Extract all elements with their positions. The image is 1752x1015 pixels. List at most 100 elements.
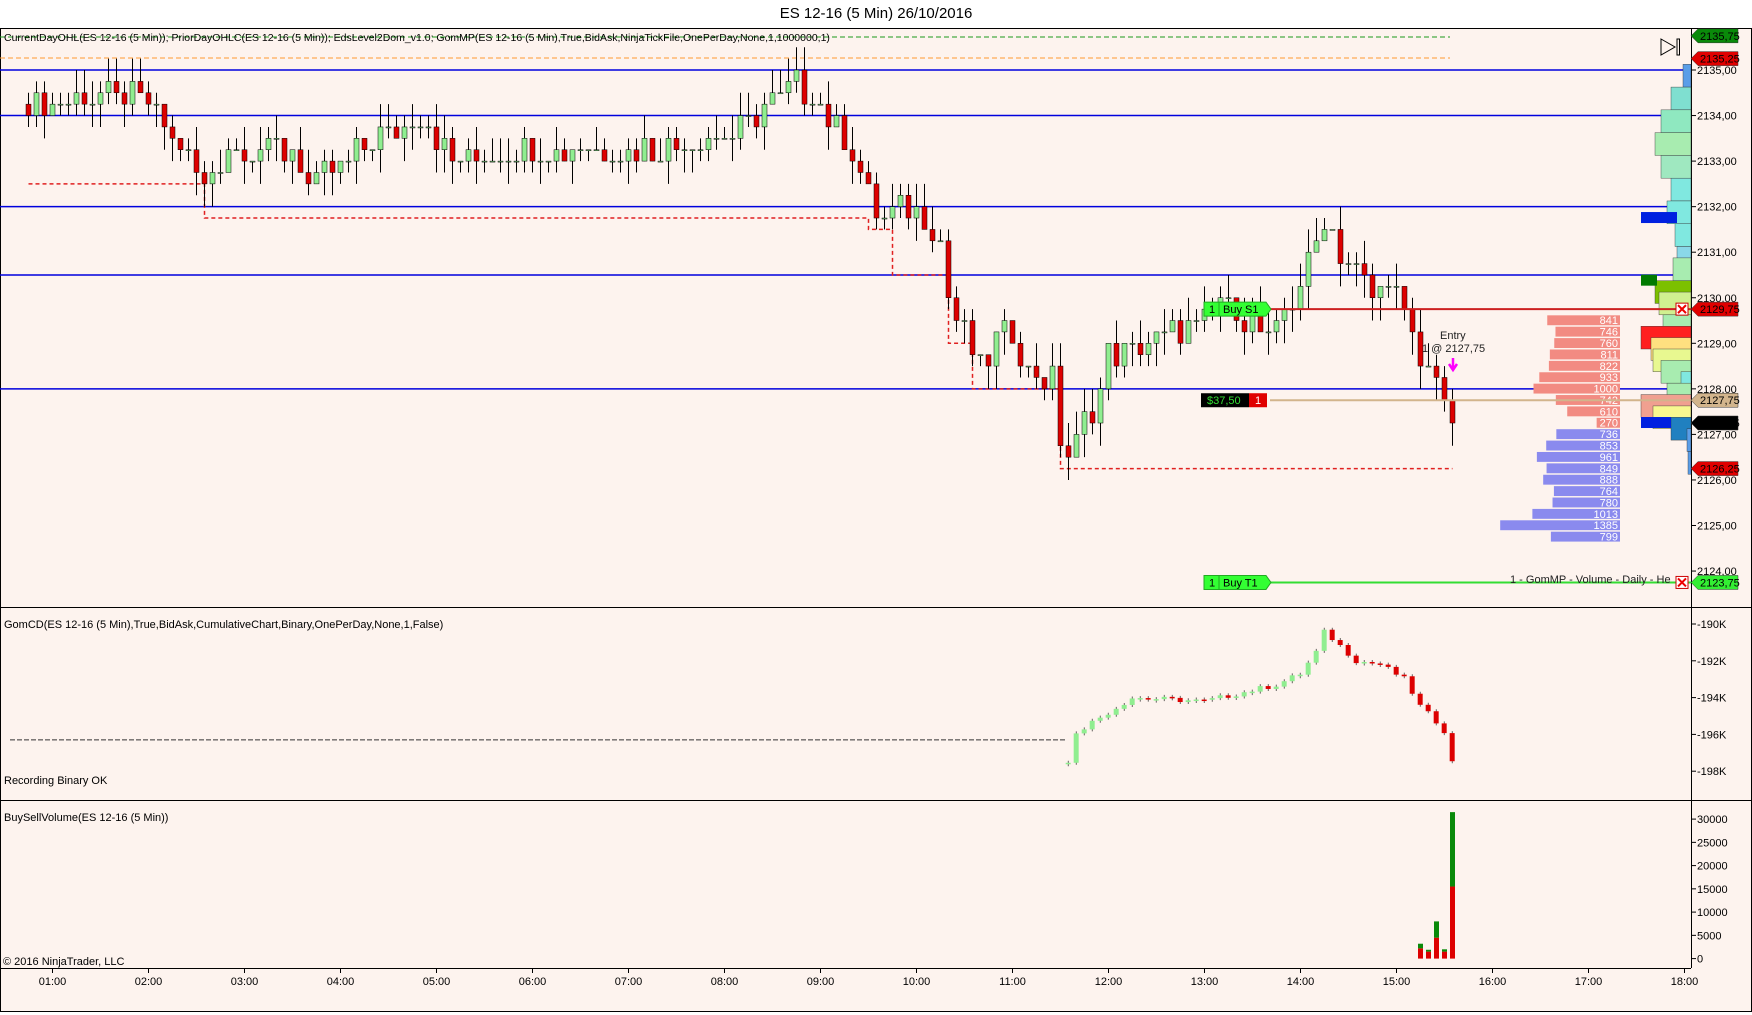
candle-up[interactable] [1273,320,1280,333]
candle-up[interactable] [577,149,584,151]
candle-up[interactable] [1185,320,1192,344]
candle-down[interactable] [177,138,184,150]
candle-up[interactable] [793,69,800,82]
candle-up[interactable] [1097,388,1104,424]
candle-down[interactable] [1033,365,1040,378]
candle-up[interactable] [817,103,824,106]
candle-up[interactable] [617,160,624,163]
candle-up[interactable] [225,149,232,173]
position-pnl-tag[interactable]: $37,50 1 [1201,393,1267,408]
candle-down[interactable] [1369,274,1376,299]
candle-up[interactable] [1225,297,1232,299]
candle-up[interactable] [1425,365,1432,368]
candle-down[interactable] [825,103,832,128]
candle-up[interactable] [417,126,424,129]
candle-down[interactable] [1433,365,1440,378]
candle-down[interactable] [857,160,864,173]
candle-up[interactable] [641,138,648,162]
candle-up[interactable] [665,138,672,162]
candle-down[interactable] [281,138,288,162]
candle-up[interactable] [721,138,728,140]
candle-down[interactable] [945,240,952,298]
candle-up[interactable] [465,149,472,162]
candle-up[interactable] [185,149,192,151]
candle-up[interactable] [769,92,776,105]
candle-down[interactable] [673,138,680,150]
candle-up[interactable] [657,160,664,163]
candle-up[interactable] [409,126,416,129]
candle-up[interactable] [217,172,224,174]
candle-up[interactable] [1321,229,1328,242]
candle-down[interactable] [1337,229,1344,264]
candle-up[interactable] [569,149,576,162]
candle-up[interactable] [1329,229,1336,231]
candle-up[interactable] [1129,343,1136,345]
candle-up[interactable] [697,149,704,151]
candle-up[interactable] [961,320,968,322]
candle-up[interactable] [249,160,256,163]
candle-down[interactable] [201,172,208,185]
candle-down[interactable] [1057,365,1064,447]
candle-down[interactable] [1409,308,1416,333]
candle-up[interactable] [1377,286,1384,298]
candle-down[interactable] [561,149,568,162]
candle-down[interactable] [305,172,312,185]
candle-down[interactable] [929,229,936,242]
candle-up[interactable] [321,160,328,173]
candle-down[interactable] [433,126,440,150]
candle-down[interactable] [849,149,856,162]
candle-down[interactable] [393,126,400,139]
candle-up[interactable] [1169,320,1176,333]
candle-up[interactable] [497,160,504,163]
candle-up[interactable] [257,149,264,162]
candle-up[interactable] [977,354,984,356]
candle-up[interactable] [513,160,520,163]
candle-up[interactable] [689,149,696,151]
candle-down[interactable] [601,149,608,162]
candle-up[interactable] [369,149,376,151]
candle-up[interactable] [1081,411,1088,435]
candle-up[interactable] [49,103,56,116]
candle-up[interactable] [553,149,560,162]
candle-up[interactable] [233,149,240,151]
candle-up[interactable] [481,160,488,163]
candle-down[interactable] [865,172,872,185]
candle-up[interactable] [353,138,360,162]
candle-up[interactable] [377,126,384,150]
candle-down[interactable] [1401,286,1408,310]
candle-up[interactable] [1001,320,1008,333]
candle-down[interactable] [969,320,976,355]
candle-up[interactable] [777,92,784,95]
candle-down[interactable] [1449,399,1456,424]
candle-up[interactable] [745,115,752,117]
candle-up[interactable] [209,172,216,185]
candle-down[interactable] [1065,445,1072,458]
candle-up[interactable] [1153,331,1160,344]
candle-down[interactable] [121,92,128,105]
candle-up[interactable] [737,115,744,139]
candle-down[interactable] [361,138,368,150]
candle-up[interactable] [681,149,688,151]
candle-up[interactable] [537,160,544,163]
candle-down[interactable] [529,138,536,162]
candle-up[interactable] [337,160,344,173]
candle-up[interactable] [425,126,432,129]
candle-down[interactable] [329,160,336,173]
candle-up[interactable] [345,160,352,163]
candle-up[interactable] [1121,343,1128,367]
candle-up[interactable] [609,160,616,163]
cancel-order-button[interactable] [1675,302,1689,316]
candle-up[interactable] [785,81,792,94]
candle-up[interactable] [1385,286,1392,288]
candle-down[interactable] [145,92,152,105]
candle-down[interactable] [449,138,456,162]
candle-up[interactable] [889,206,896,219]
candle-down[interactable] [1089,411,1096,424]
candle-up[interactable] [129,81,136,105]
candle-up[interactable] [1161,331,1168,334]
candle-up[interactable] [313,172,320,185]
candle-up[interactable] [289,149,296,162]
candle-up[interactable] [457,160,464,163]
candle-up[interactable] [521,138,528,162]
candle-down[interactable] [25,103,32,116]
